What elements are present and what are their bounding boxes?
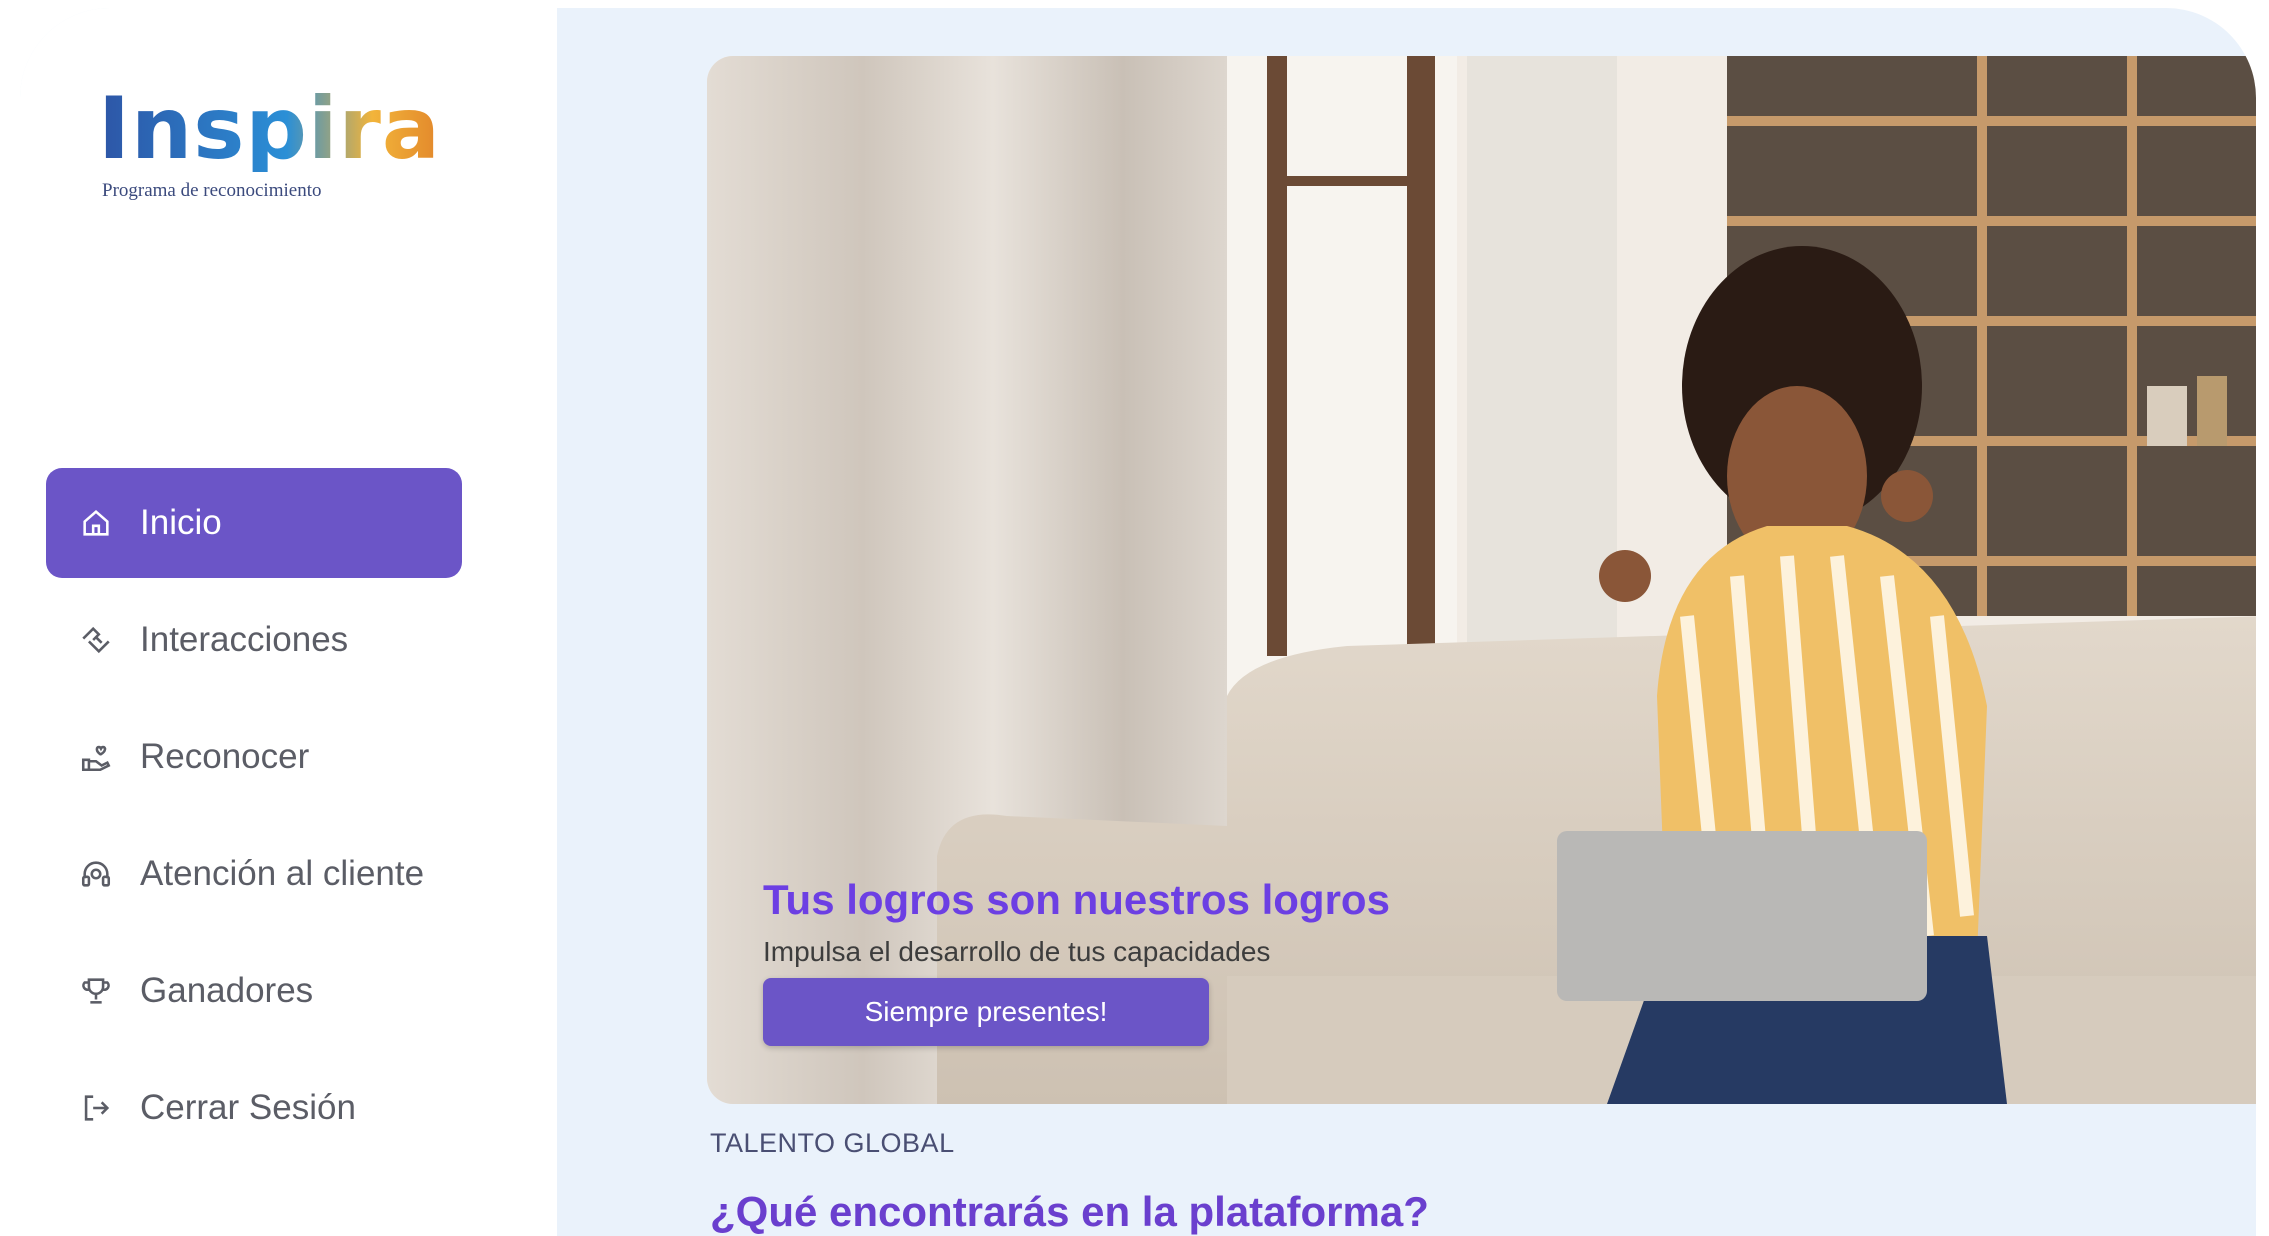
logo-tagline: Programa de reconocimiento	[102, 180, 322, 201]
trophy-icon	[78, 973, 114, 1009]
sidebar-item-label: Cerrar Sesión	[140, 1088, 356, 1127]
hero-cta-button[interactable]: Siempre presentes!	[763, 978, 1209, 1046]
logo-wordmark: Inspira	[98, 79, 441, 179]
handshake-icon	[78, 622, 114, 658]
sidebar: Inspira Programa de reconocimiento Inici…	[20, 8, 557, 1236]
sidebar-item-label: Reconocer	[140, 737, 310, 776]
sidebar-item-atencion[interactable]: Atención al cliente	[46, 819, 462, 929]
sidebar-item-ganadores[interactable]: Ganadores	[46, 936, 462, 1046]
sidebar-nav: Inicio Interacciones Reconocer Atención …	[46, 468, 466, 1170]
logout-icon	[78, 1090, 114, 1126]
section-title: ¿Qué encontrarás en la plataforma?	[710, 1188, 1429, 1235]
sidebar-item-label: Inicio	[140, 503, 222, 542]
sidebar-item-label: Interacciones	[140, 620, 349, 659]
hero-subtitle: Impulsa el desarrollo de tus capacidades	[763, 936, 1271, 967]
hand-heart-icon	[78, 739, 114, 775]
headset-icon	[78, 856, 114, 892]
hero-banner: Tus logros son nuestros logros Impulsa e…	[707, 56, 2256, 1104]
sidebar-item-cerrar-sesion[interactable]: Cerrar Sesión	[46, 1053, 462, 1163]
sidebar-item-reconocer[interactable]: Reconocer	[46, 702, 462, 812]
app-frame: Inspira Programa de reconocimiento Inici…	[20, 8, 2256, 1236]
section-eyebrow: TALENTO GLOBAL	[710, 1128, 955, 1158]
brand-logo[interactable]: Inspira Programa de reconocimiento	[98, 86, 441, 202]
sidebar-item-label: Ganadores	[140, 971, 314, 1010]
home-icon	[78, 505, 114, 541]
sidebar-item-interacciones[interactable]: Interacciones	[46, 585, 462, 695]
hero-title: Tus logros son nuestros logros	[763, 876, 1390, 923]
main-content: Tus logros son nuestros logros Impulsa e…	[557, 8, 2256, 1236]
sidebar-item-inicio[interactable]: Inicio	[46, 468, 462, 578]
sidebar-item-label: Atención al cliente	[140, 854, 425, 893]
